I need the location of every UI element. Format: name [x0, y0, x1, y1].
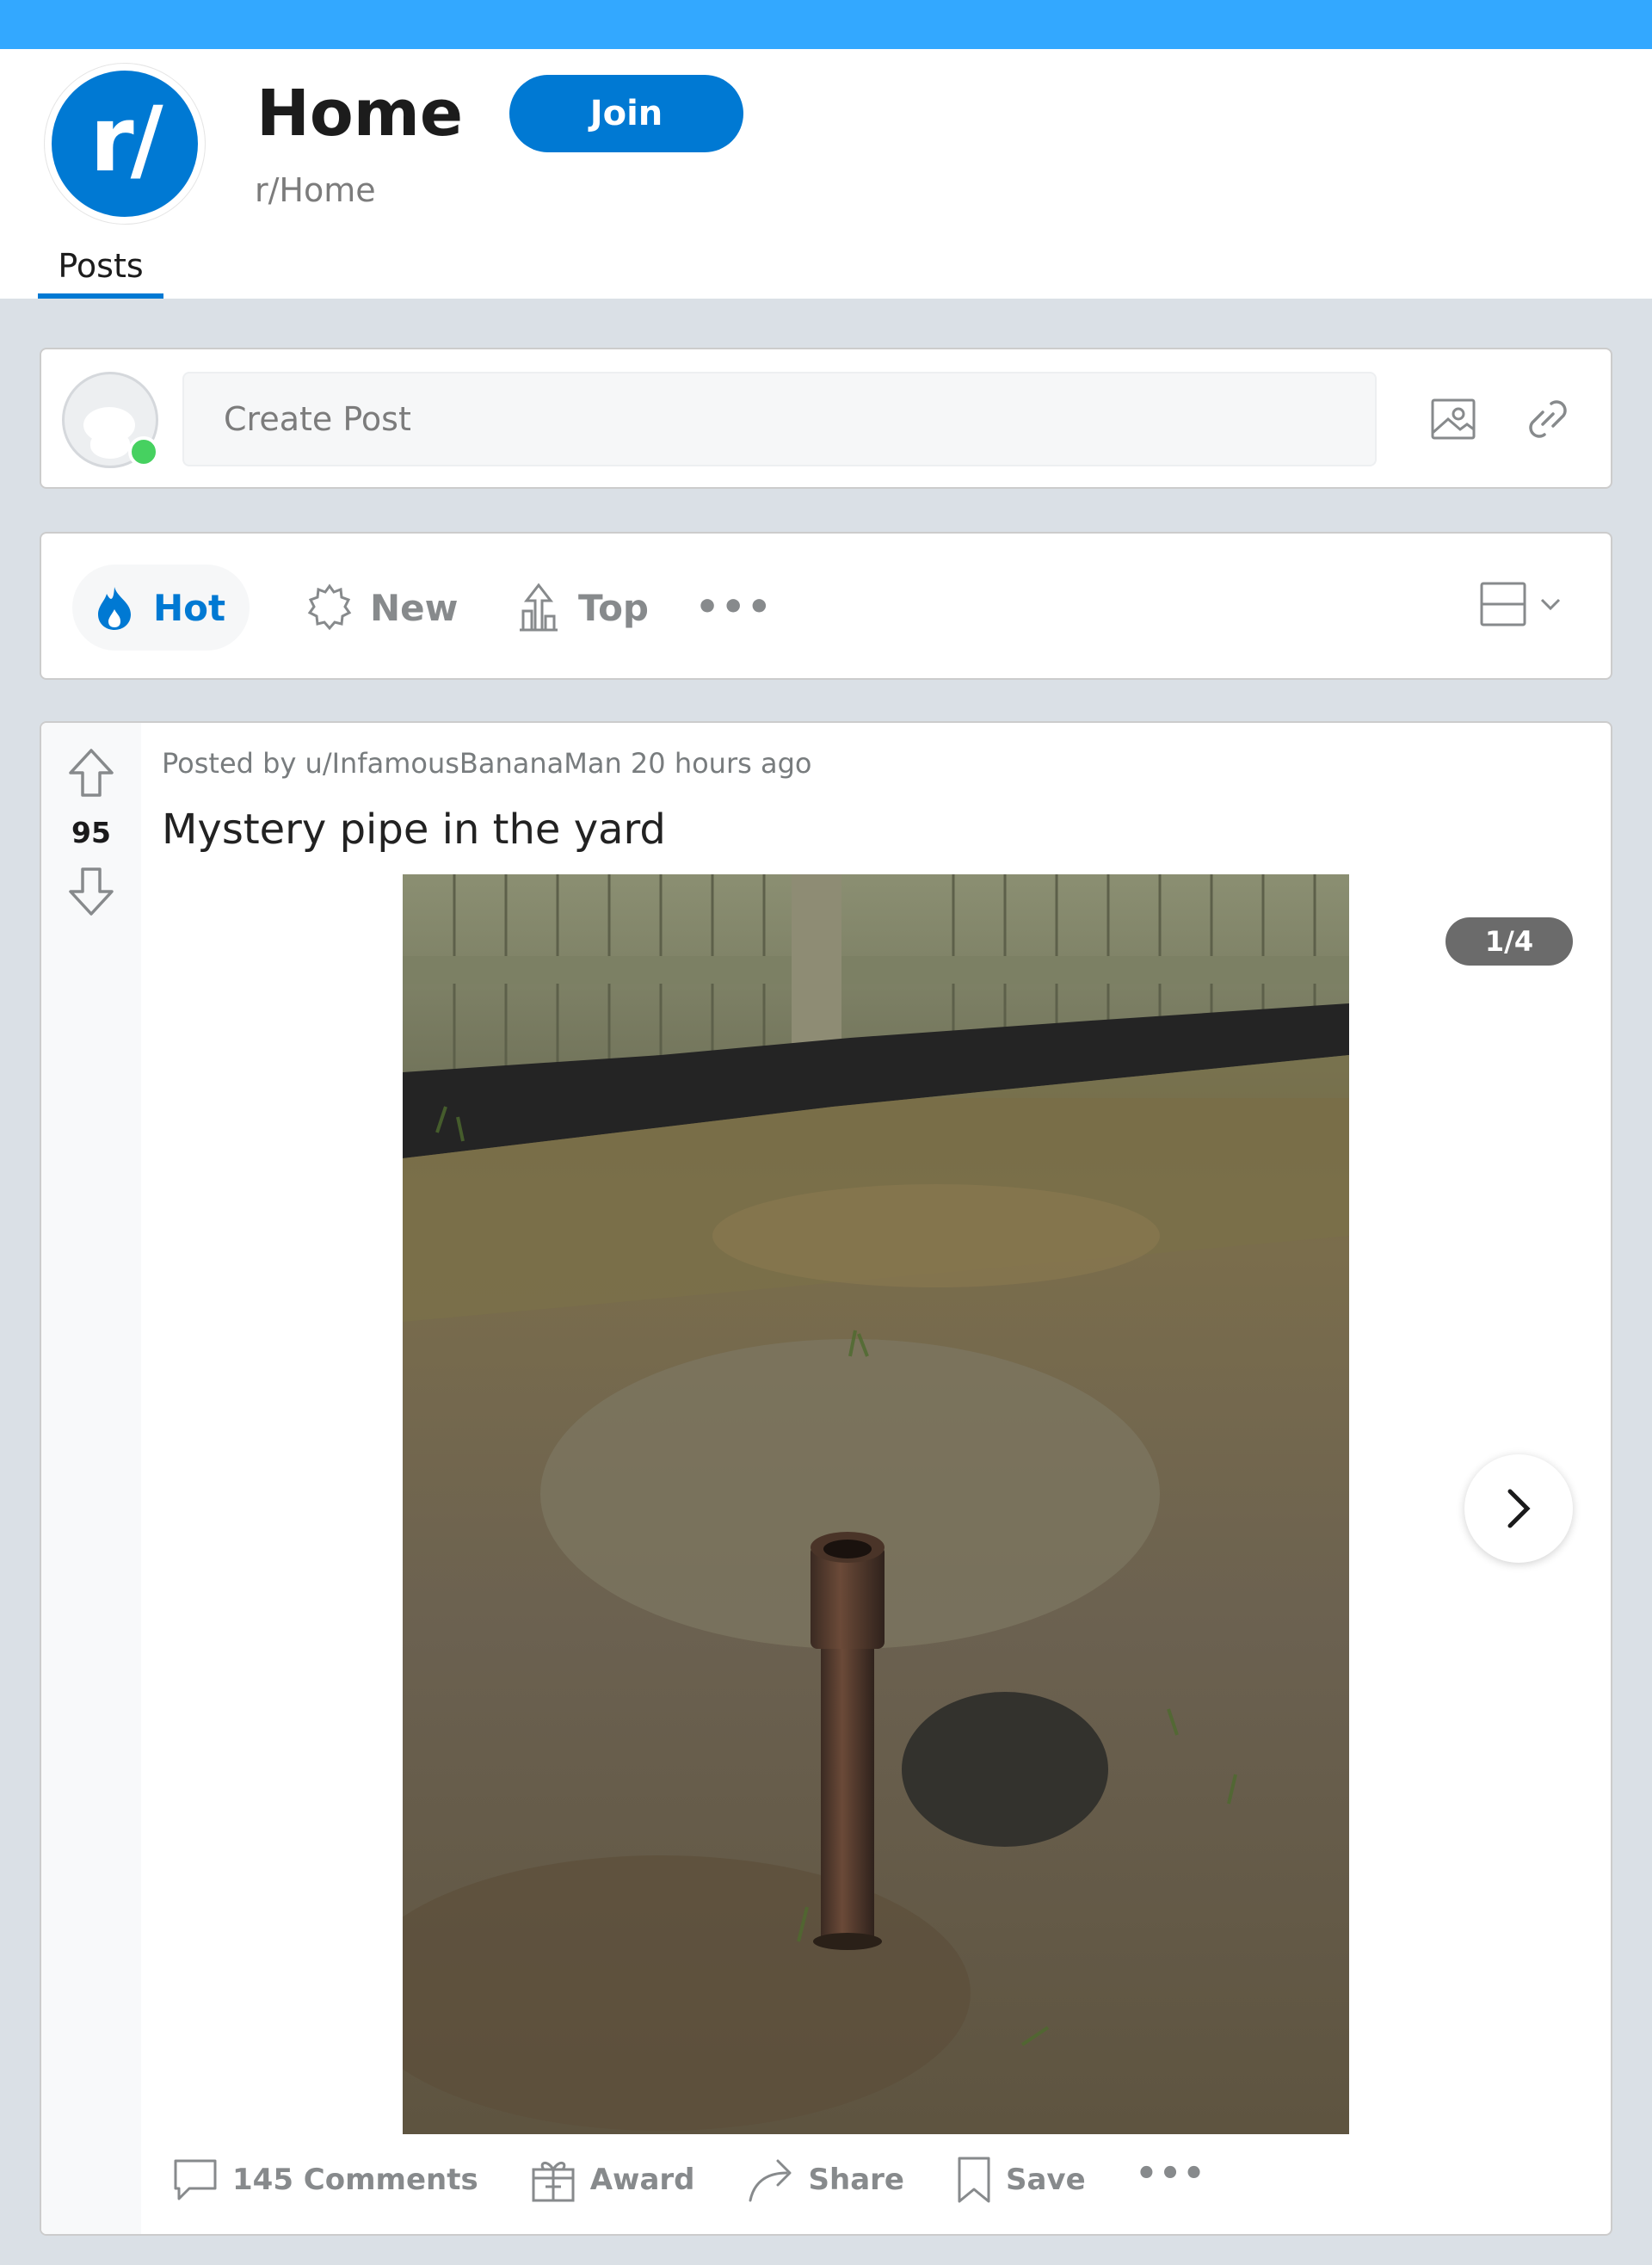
save-label: Save: [1005, 2163, 1086, 2197]
sort-top-label: Top: [578, 586, 649, 629]
sort-top-button[interactable]: Top: [496, 565, 673, 651]
chevron-down-icon: [1540, 598, 1561, 611]
sort-new-button[interactable]: New: [286, 565, 482, 651]
upvote-icon[interactable]: [67, 747, 115, 799]
yard-pipe-photo: [403, 874, 1349, 2134]
downvote-icon[interactable]: [67, 866, 115, 917]
share-label: Share: [808, 2163, 904, 2197]
comment-icon: [174, 2159, 217, 2200]
post-title[interactable]: Mystery pipe in the yard: [162, 805, 666, 854]
save-button[interactable]: Save: [954, 2155, 1086, 2205]
share-arrow-icon: [749, 2159, 792, 2202]
gift-icon: [532, 2162, 575, 2202]
post-image[interactable]: [403, 874, 1349, 2134]
link-icon[interactable]: [1518, 389, 1578, 449]
image-icon[interactable]: [1423, 389, 1483, 449]
community-title: Home: [256, 77, 464, 151]
comments-button[interactable]: 145 Comments: [170, 2156, 478, 2204]
sort-more-button[interactable]: •••: [695, 585, 773, 629]
avatar-body: [90, 433, 130, 459]
top-chart-icon: [520, 583, 558, 632]
award-label: Award: [589, 2163, 695, 2197]
comments-label: 145 Comments: [232, 2163, 478, 2197]
community-name: r/Home: [255, 171, 376, 209]
user-avatar[interactable]: [62, 372, 159, 468]
post-meta[interactable]: Posted by u/InfamousBananaMan 20 hours a…: [162, 747, 811, 780]
gallery-next-button[interactable]: [1464, 1454, 1573, 1563]
chevron-right-icon: [1507, 1489, 1531, 1528]
gallery-index-badge: 1/4: [1446, 917, 1573, 966]
post-card[interactable]: 95 Posted by u/InfamousBananaMan 20 hour…: [40, 721, 1612, 2236]
sort-new-label: New: [370, 586, 459, 629]
top-banner: [0, 0, 1652, 49]
join-button[interactable]: Join: [509, 75, 743, 152]
sort-hot-button[interactable]: Hot: [72, 565, 250, 651]
award-button[interactable]: Award: [528, 2156, 695, 2204]
view-mode-toggle[interactable]: [1478, 580, 1566, 628]
post-more-button[interactable]: •••: [1136, 2154, 1207, 2194]
community-header: r/ Home Join r/Home Posts: [0, 49, 1652, 299]
tab-posts[interactable]: Posts: [38, 247, 163, 299]
create-post-input[interactable]: [182, 372, 1377, 466]
new-burst-icon: [307, 583, 352, 631]
post-actions: 145 Comments Award Share Save •••: [170, 2154, 1207, 2205]
community-icon: r/: [45, 64, 205, 224]
create-post-card: [40, 348, 1612, 489]
flame-icon: [98, 587, 131, 630]
sort-bar: Hot New Top •••: [40, 532, 1612, 680]
vote-column: 95: [41, 723, 141, 2234]
sort-hot-label: Hot: [153, 586, 226, 629]
card-view-icon: [1480, 582, 1526, 626]
vote-count: 95: [71, 816, 111, 849]
share-button[interactable]: Share: [745, 2156, 904, 2204]
community-icon-text: r/: [89, 87, 163, 192]
bookmark-icon: [958, 2157, 990, 2203]
online-status-dot: [128, 436, 159, 467]
